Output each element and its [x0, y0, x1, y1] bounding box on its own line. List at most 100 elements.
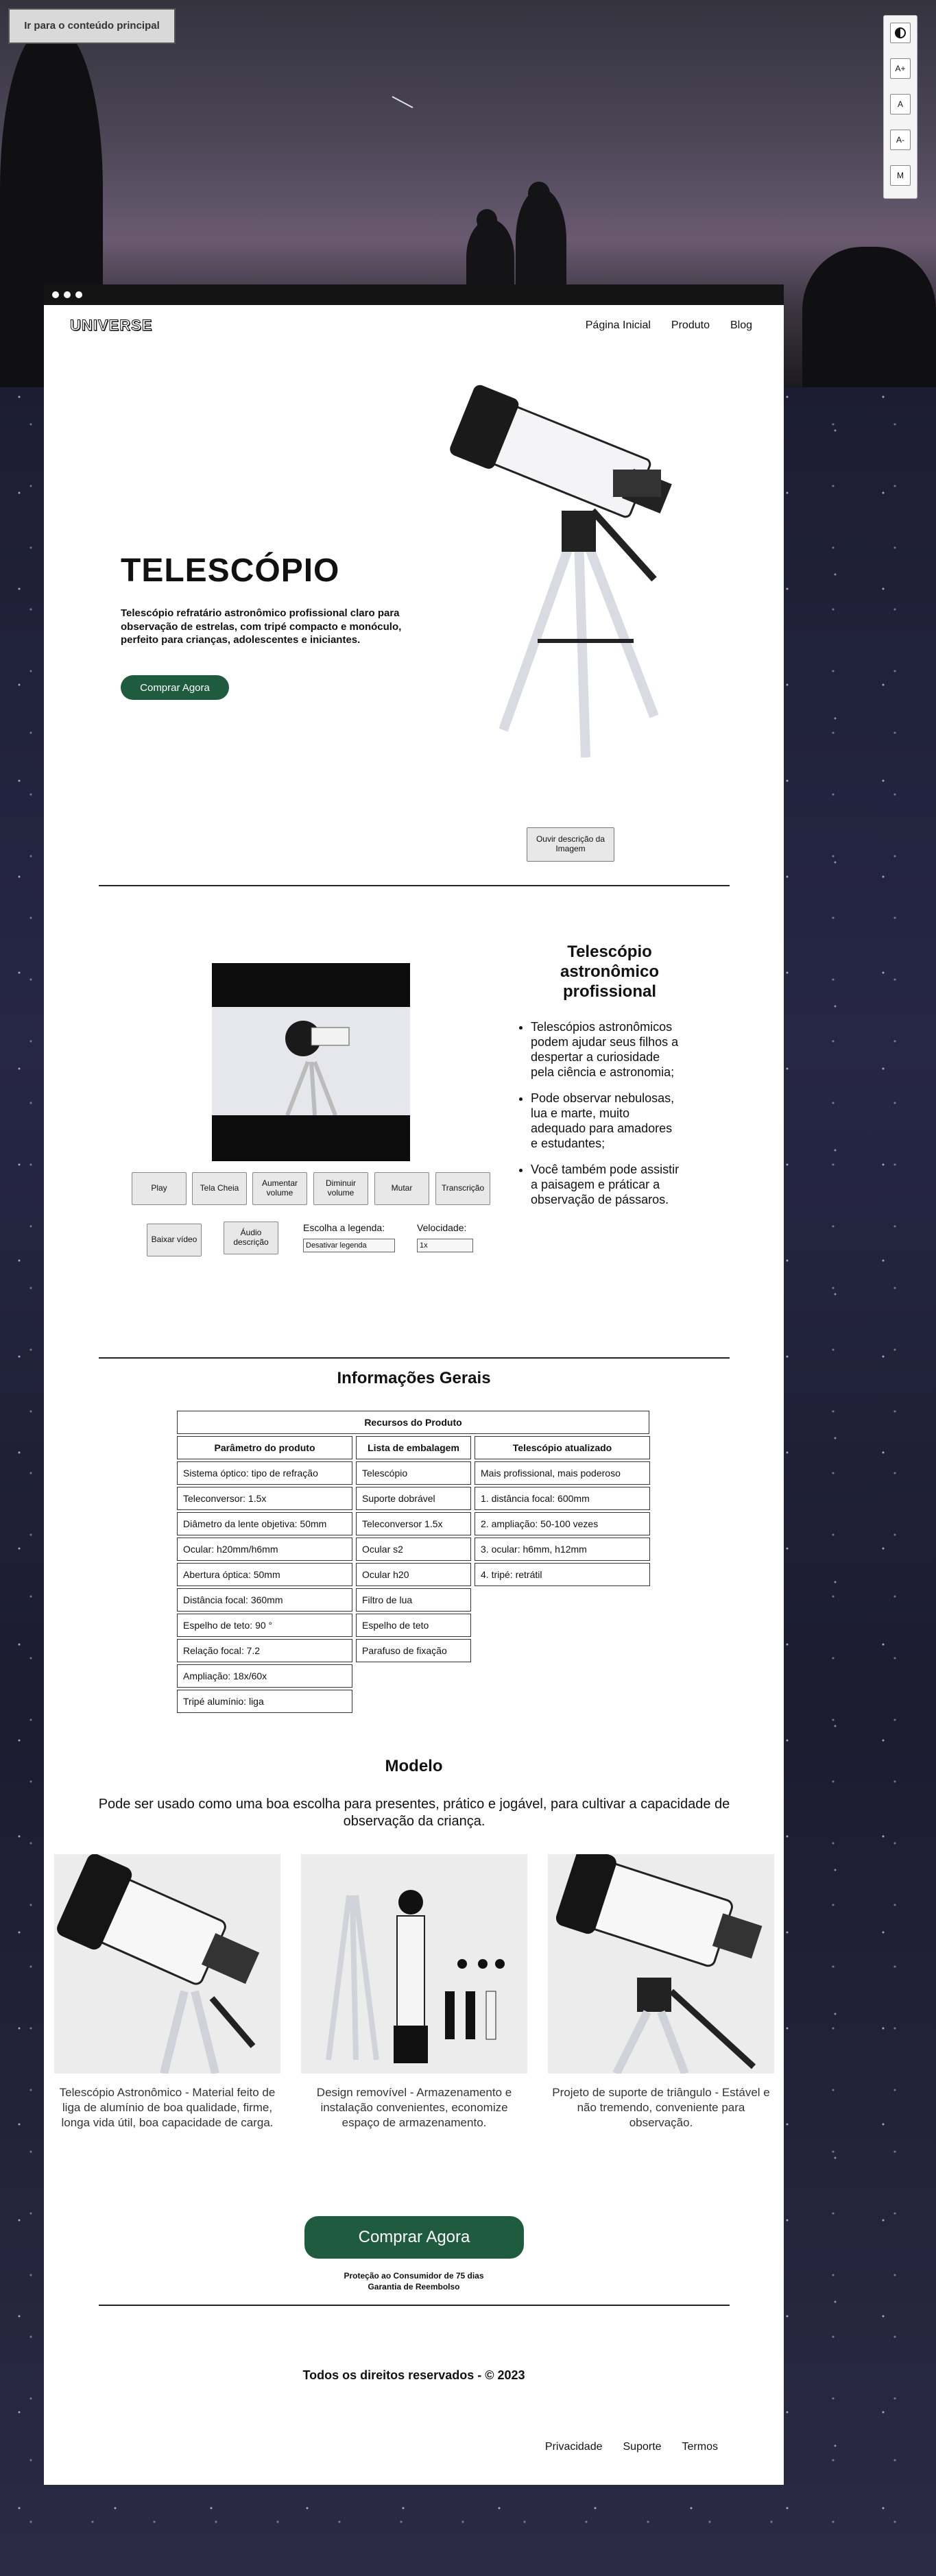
font-decrease-button[interactable]: A- [890, 130, 911, 150]
table-cell: Filtro de lua [356, 1588, 471, 1612]
nav-item-home[interactable]: Página Inicial [586, 319, 651, 332]
footer-link-privacy[interactable]: Privacidade [545, 2441, 603, 2453]
features-list: Telescópios astronômicos podem ajudar se… [517, 1020, 682, 1218]
feature-item: Telescópios astronômicos podem ajudar se… [531, 1020, 682, 1080]
info-title: Informações Gerais [337, 1369, 491, 1387]
table-cell: Distância focal: 360mm [177, 1588, 352, 1612]
audio-description-button[interactable]: Áudio descrição [224, 1222, 278, 1254]
download-video-button[interactable]: Baixar vídeo [147, 1224, 202, 1256]
feature-item: Você também pode assistir a paisagem e p… [531, 1163, 682, 1208]
package-table: Lista de embalagem Telescópio Suporte do… [354, 1434, 473, 1664]
video-frame [212, 1007, 410, 1117]
table-cell: Telescópio [356, 1461, 471, 1485]
table-cell: Espelho de teto [356, 1614, 471, 1637]
table-cell: Ocular h20 [356, 1563, 471, 1586]
telescope-closeup-illustration [57, 1854, 260, 2074]
table-cell: Espelho de teto: 90 ° [177, 1614, 352, 1637]
product-image-telescope [54, 1854, 280, 2074]
skip-link[interactable]: Ir para o conteúdo principal [8, 8, 176, 44]
font-increase-button[interactable]: A+ [890, 58, 911, 79]
subtitle-label: Escolha a legenda: [303, 1222, 385, 1233]
volume-down-button[interactable]: Diminuir volume [313, 1172, 368, 1205]
mute-button[interactable]: Mutar [374, 1172, 429, 1205]
table-caption: Recursos do Produto [177, 1411, 649, 1434]
table-cell: Teleconversor 1.5x [356, 1512, 471, 1535]
main-nav: UNIVERSE Página Inicial Produto Blog [44, 305, 784, 346]
table-cell: Tripé alumínio: liga [177, 1690, 352, 1713]
feature-item: Pode observar nebulosas, lua e marte, mu… [531, 1091, 682, 1152]
fullscreen-button[interactable]: Tela Cheia [192, 1172, 247, 1205]
tree-silhouette [802, 247, 936, 387]
model-title: Modelo [385, 1757, 443, 1775]
telescope-image [450, 385, 672, 758]
table-header: Telescópio atualizado [475, 1436, 650, 1459]
table-cell: Suporte dobrável [356, 1487, 471, 1510]
product-caption: Projeto de suporte de triângulo - Estáve… [552, 2086, 770, 2130]
nav-item-blog[interactable]: Blog [730, 319, 752, 332]
footer-link-support[interactable]: Suporte [623, 2441, 662, 2453]
window-bar [44, 284, 784, 305]
volume-up-button[interactable]: Aumentar volume [252, 1172, 307, 1205]
table-cell: Parafuso de fixação [356, 1639, 471, 1662]
person-silhouette [466, 219, 514, 295]
guarantee-line: Proteção ao Consumidor de 75 dias [344, 2271, 484, 2281]
contrast-button[interactable] [890, 23, 911, 43]
speed-label: Velocidade: [417, 1222, 467, 1233]
window-dot [52, 291, 59, 298]
hero-description: Telescópio refratário astronômico profis… [121, 607, 402, 646]
window-dot [75, 291, 82, 298]
table-cell: 1. distância focal: 600mm [475, 1487, 650, 1510]
video-player[interactable] [212, 963, 410, 1161]
buy-now-button-large[interactable]: Comprar Agora [304, 2216, 524, 2259]
upgrade-table: Telescópio atualizado Mais profissional,… [472, 1434, 652, 1588]
table-header: Lista de embalagem [356, 1436, 471, 1459]
window-dot [64, 291, 71, 298]
play-button[interactable]: Play [132, 1172, 187, 1205]
shooting-star [392, 96, 413, 108]
speed-select[interactable]: 1x [417, 1239, 473, 1252]
specs-table: Parâmetro do produto Sistema óptico: tip… [175, 1434, 355, 1715]
image-audio-description-button[interactable]: Ouvir descrição da Imagem [527, 827, 614, 862]
table-cell: Sistema óptico: tipo de refração [177, 1461, 352, 1485]
table-cell: Ampliação: 18x/60x [177, 1664, 352, 1688]
table-cell: Ocular s2 [356, 1538, 471, 1561]
table-cell: Teleconversor: 1.5x [177, 1487, 352, 1510]
divider [99, 885, 730, 886]
font-normal-button[interactable]: A [890, 94, 911, 114]
footer-links: Privacidade Suporte Termos [545, 2441, 718, 2453]
page-card: UNIVERSE Página Inicial Produto Blog TEL… [44, 284, 784, 2485]
mono-button[interactable]: M [890, 165, 911, 186]
table-cell: 2. ampliação: 50-100 vezes [475, 1512, 650, 1535]
hero-title: TELESCÓPIO [121, 552, 340, 589]
nav-item-product[interactable]: Produto [671, 319, 710, 332]
table-cell: 4. tripé: retrátil [475, 1563, 650, 1586]
footer-link-terms[interactable]: Termos [682, 2441, 718, 2453]
tripod-mount-illustration [555, 1854, 763, 2074]
table-cell: 3. ocular: h6mm, h12mm [475, 1538, 650, 1561]
table-header: Parâmetro do produto [177, 1436, 352, 1459]
product-image-parts [301, 1854, 527, 2074]
table-cell: Mais profissional, mais poderoso [475, 1461, 650, 1485]
accessibility-toolbar: A+ A A- M [883, 15, 917, 199]
divider [99, 2305, 730, 2306]
subtitle-select[interactable]: Desativar legenda [303, 1239, 395, 1252]
product-image-tripod [548, 1854, 774, 2074]
contrast-icon [895, 27, 906, 38]
product-caption: Telescópio Astronômico - Material feito … [59, 2086, 276, 2130]
hero-section: TELESCÓPIO Telescópio refratário astronô… [44, 346, 784, 895]
person-head [528, 182, 550, 205]
logo[interactable]: UNIVERSE [69, 317, 152, 335]
buy-now-button[interactable]: Comprar Agora [121, 675, 229, 700]
guarantee-line: Garantia de Reembolso [368, 2281, 460, 2292]
product-caption: Design removível - Armazenamento e insta… [316, 2086, 512, 2130]
model-subtitle: Pode ser usado como uma boa escolha para… [98, 1797, 730, 1829]
copyright: Todos os direitos reservados - © 2023 [302, 2368, 525, 2382]
table-cell: Abertura óptica: 50mm [177, 1563, 352, 1586]
person-head [477, 209, 497, 231]
table-cell: Diâmetro da lente objetiva: 50mm [177, 1512, 352, 1535]
telescope-video-thumbnail [285, 1021, 350, 1117]
transcript-button[interactable]: Transcrição [435, 1172, 490, 1205]
divider [99, 1357, 730, 1359]
features-title: Telescópio astronômico profissional [560, 943, 660, 1001]
table-cell: Relação focal: 7.2 [177, 1639, 352, 1662]
